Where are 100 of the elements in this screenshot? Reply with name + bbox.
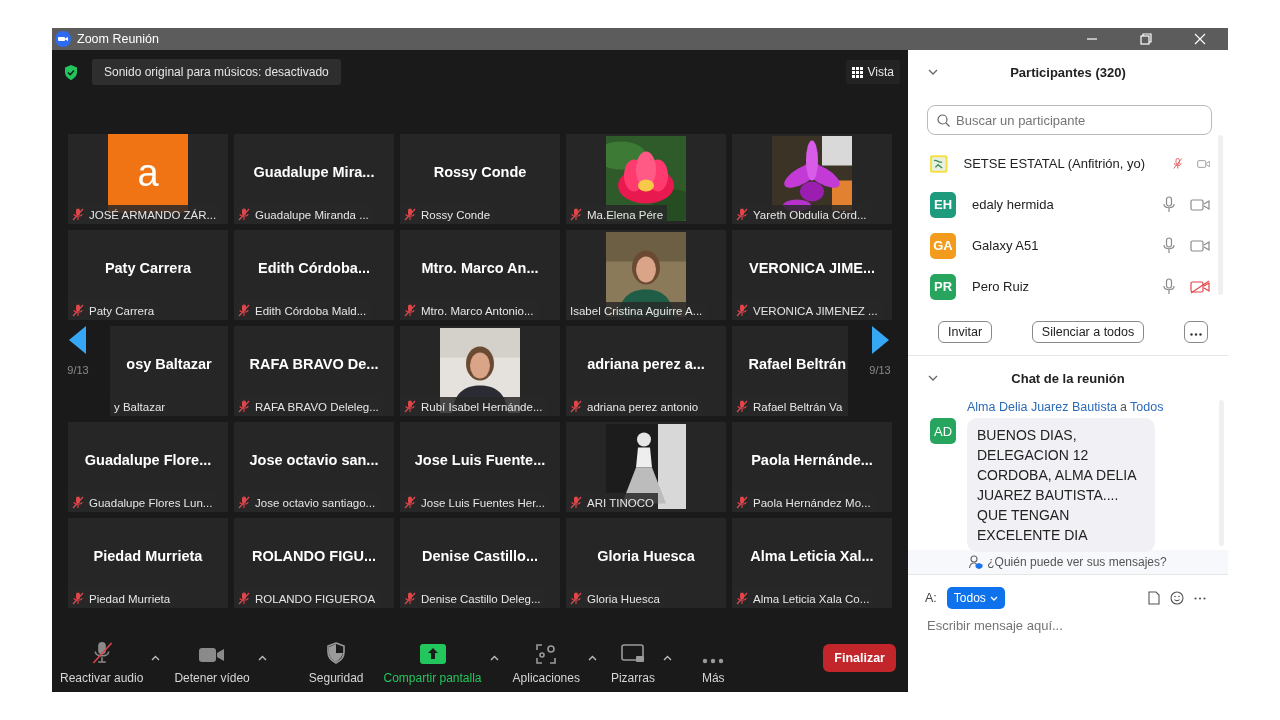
muted-mic-icon[interactable] xyxy=(1173,155,1183,172)
video-tile[interactable]: Guadalupe Flore... Guadalupe Flores Lun... xyxy=(68,422,228,512)
tile-label: Denise Castillo Deleg... xyxy=(421,592,541,605)
page-count: 9/13 xyxy=(869,364,891,376)
grid-icon xyxy=(851,66,863,78)
collapse-icon[interactable] xyxy=(928,69,938,75)
video-tile[interactable]: Denise Castillo... Denise Castillo Deleg... xyxy=(400,518,560,608)
end-meeting-button[interactable]: Finalizar xyxy=(823,644,896,672)
participant-name: Pero Ruiz xyxy=(972,279,1030,294)
previous-page-arrow[interactable] xyxy=(69,326,87,354)
video-tile[interactable]: RAFA BRAVO De... RAFA BRAVO Deleleg... xyxy=(234,326,394,416)
video-tile[interactable]: Isabel Cristina Aguirre A... xyxy=(566,230,726,320)
tile-label: Piedad Murrieta xyxy=(89,592,171,605)
video-tile[interactable]: Paola Hernánde... Paola Hernández Mo... xyxy=(732,422,892,512)
tile-label: Alma Leticia Xala Co... xyxy=(753,592,870,605)
more-button[interactable]: Más xyxy=(701,641,725,685)
recipient-name[interactable]: Todos xyxy=(1130,400,1164,414)
video-tile[interactable]: Alma Leticia Xal... Alma Leticia Xala Co... xyxy=(732,518,892,608)
video-tile[interactable]: Yareth Obdulia Córd... xyxy=(732,134,892,224)
tile-label: Isabel Cristina Aguirre A... xyxy=(570,305,703,317)
video-icon[interactable] xyxy=(1190,238,1210,253)
participant-name: Guadalupe Flore... xyxy=(84,452,212,468)
video-button[interactable]: Detener vídeo xyxy=(174,641,250,685)
mic-icon[interactable] xyxy=(1162,196,1176,213)
video-tile[interactable]: osy Baltazar y Baltazar xyxy=(110,326,228,416)
caret-icon[interactable] xyxy=(151,655,161,661)
video-tile[interactable]: Ma.Elena Pére xyxy=(566,134,726,224)
more-icon[interactable] xyxy=(1194,596,1206,600)
avatar: AD xyxy=(930,418,956,444)
tile-label: Paty Carrera xyxy=(89,304,155,317)
video-tile[interactable]: Guadalupe Mira... Guadalupe Miranda ... xyxy=(234,134,394,224)
tile-label: Jose octavio santiago... xyxy=(255,496,376,509)
participant-name: edaly hermida xyxy=(972,197,1054,212)
video-tile[interactable]: Rafael Beltrán Rafael Beltrán Va xyxy=(732,326,848,416)
tile-label: Rossy Conde xyxy=(421,208,491,221)
next-page-arrow[interactable] xyxy=(871,326,889,354)
security-button[interactable]: Seguridad xyxy=(308,641,364,685)
video-tile[interactable]: Jose Luis Fuente... Jose Luis Fuentes Her... xyxy=(400,422,560,512)
participant-name: adriana perez a... xyxy=(587,356,705,372)
participant-name: Rossy Conde xyxy=(433,164,527,180)
search-field[interactable]: Buscar un participante xyxy=(927,105,1212,135)
whiteboard-icon xyxy=(620,644,645,664)
person-icon xyxy=(969,555,984,569)
panel-button[interactable]: Invitar xyxy=(938,321,993,343)
video-icon[interactable] xyxy=(1190,197,1210,212)
participant-name: Paty Carrera xyxy=(104,260,192,276)
caret-icon[interactable] xyxy=(489,655,499,661)
video-tile[interactable]: Jose octavio san... Jose octavio santiago... xyxy=(234,422,394,512)
video-tile[interactable]: VERONICA JIME... VERONICA JIMENEZ ... xyxy=(732,230,892,320)
tile-label: Paola Hernández Mo... xyxy=(753,496,871,509)
collapse-icon[interactable] xyxy=(928,375,938,381)
panel-button[interactable]: Silenciar a todos xyxy=(1031,321,1145,343)
restore-icon[interactable] xyxy=(1140,33,1152,45)
video-tile[interactable]: ROLANDO FIGU... ROLANDO FIGUEROA xyxy=(234,518,394,608)
audio-button[interactable]: Reactivar audio xyxy=(60,641,144,685)
participant-row[interactable]: SETSE ESTATAL (Anfitrión, yo) xyxy=(908,143,1210,184)
apps-button[interactable]: Aplicaciones xyxy=(512,641,580,685)
more-options-button[interactable] xyxy=(1184,321,1208,343)
participant-name: RAFA BRAVO De... xyxy=(249,356,379,372)
participant-row[interactable]: PR Pero Ruiz xyxy=(908,266,1210,307)
whiteboard-button[interactable]: Pizarras xyxy=(610,641,655,685)
emoji-icon[interactable] xyxy=(1170,591,1184,605)
video-off-icon[interactable] xyxy=(1190,279,1210,294)
share-button[interactable]: Compartir pantalla xyxy=(383,641,482,685)
video-camera-icon xyxy=(199,646,226,664)
close-icon[interactable] xyxy=(1194,33,1206,45)
participant-name: Jose Luis Fuente... xyxy=(414,452,546,468)
video-tile[interactable]: Mtro. Marco An... Mtro. Marco Antonio... xyxy=(400,230,560,320)
video-tile[interactable]: Gloria Huesca Gloria Huesca xyxy=(566,518,726,608)
more-icon xyxy=(1190,333,1202,336)
shield-icon[interactable] xyxy=(64,64,78,80)
recipient-dropdown[interactable]: Todos xyxy=(946,587,1005,609)
caret-icon[interactable] xyxy=(587,655,597,661)
shield-icon xyxy=(326,642,347,664)
tile-label: ARI TINOCO xyxy=(587,496,654,509)
mic-icon[interactable] xyxy=(1162,278,1176,295)
mic-icon[interactable] xyxy=(1162,237,1176,254)
participant-name: VERONICA JIME... xyxy=(749,260,875,276)
video-tile[interactable]: adriana perez a... adriana perez antonio xyxy=(566,326,726,416)
caret-icon[interactable] xyxy=(662,655,672,661)
participant-name: Paola Hernánde... xyxy=(751,452,873,468)
to-label: A: xyxy=(925,591,937,605)
participant-row[interactable]: EH edaly hermida xyxy=(908,184,1210,225)
video-tile[interactable]: Paty Carrera Paty Carrera xyxy=(68,230,228,320)
video-tile[interactable]: ARI TINOCO xyxy=(566,422,726,512)
caret-icon[interactable] xyxy=(257,655,267,661)
participant-row[interactable]: GA Galaxy A51 xyxy=(908,225,1210,266)
participant-name: Alma Leticia Xal... xyxy=(750,548,874,564)
audio-notice: Sonido original para músicos: desactivado xyxy=(92,59,341,85)
video-tile[interactable]: Edith Córdoba... Edith Córdoba Mald... xyxy=(234,230,394,320)
privacy-link[interactable]: ¿Quién puede ver sus mensajes? xyxy=(908,550,1228,575)
apps-icon xyxy=(536,644,557,664)
tile-label: y Baltazar xyxy=(114,401,166,413)
video-tile[interactable]: Rossy Conde Rossy Conde xyxy=(400,134,560,224)
file-icon[interactable] xyxy=(1148,591,1160,605)
view-button[interactable]: Vista xyxy=(845,60,900,84)
video-tile[interactable]: Piedad Murrieta Piedad Murrieta xyxy=(68,518,228,608)
sender-name[interactable]: Alma Delia Juarez Bautista xyxy=(967,400,1118,414)
participant-name: SETSE ESTATAL (Anfitrión, yo) xyxy=(963,156,1146,171)
video-tile[interactable]: Rubí Isabel Hernánde... xyxy=(400,326,560,416)
